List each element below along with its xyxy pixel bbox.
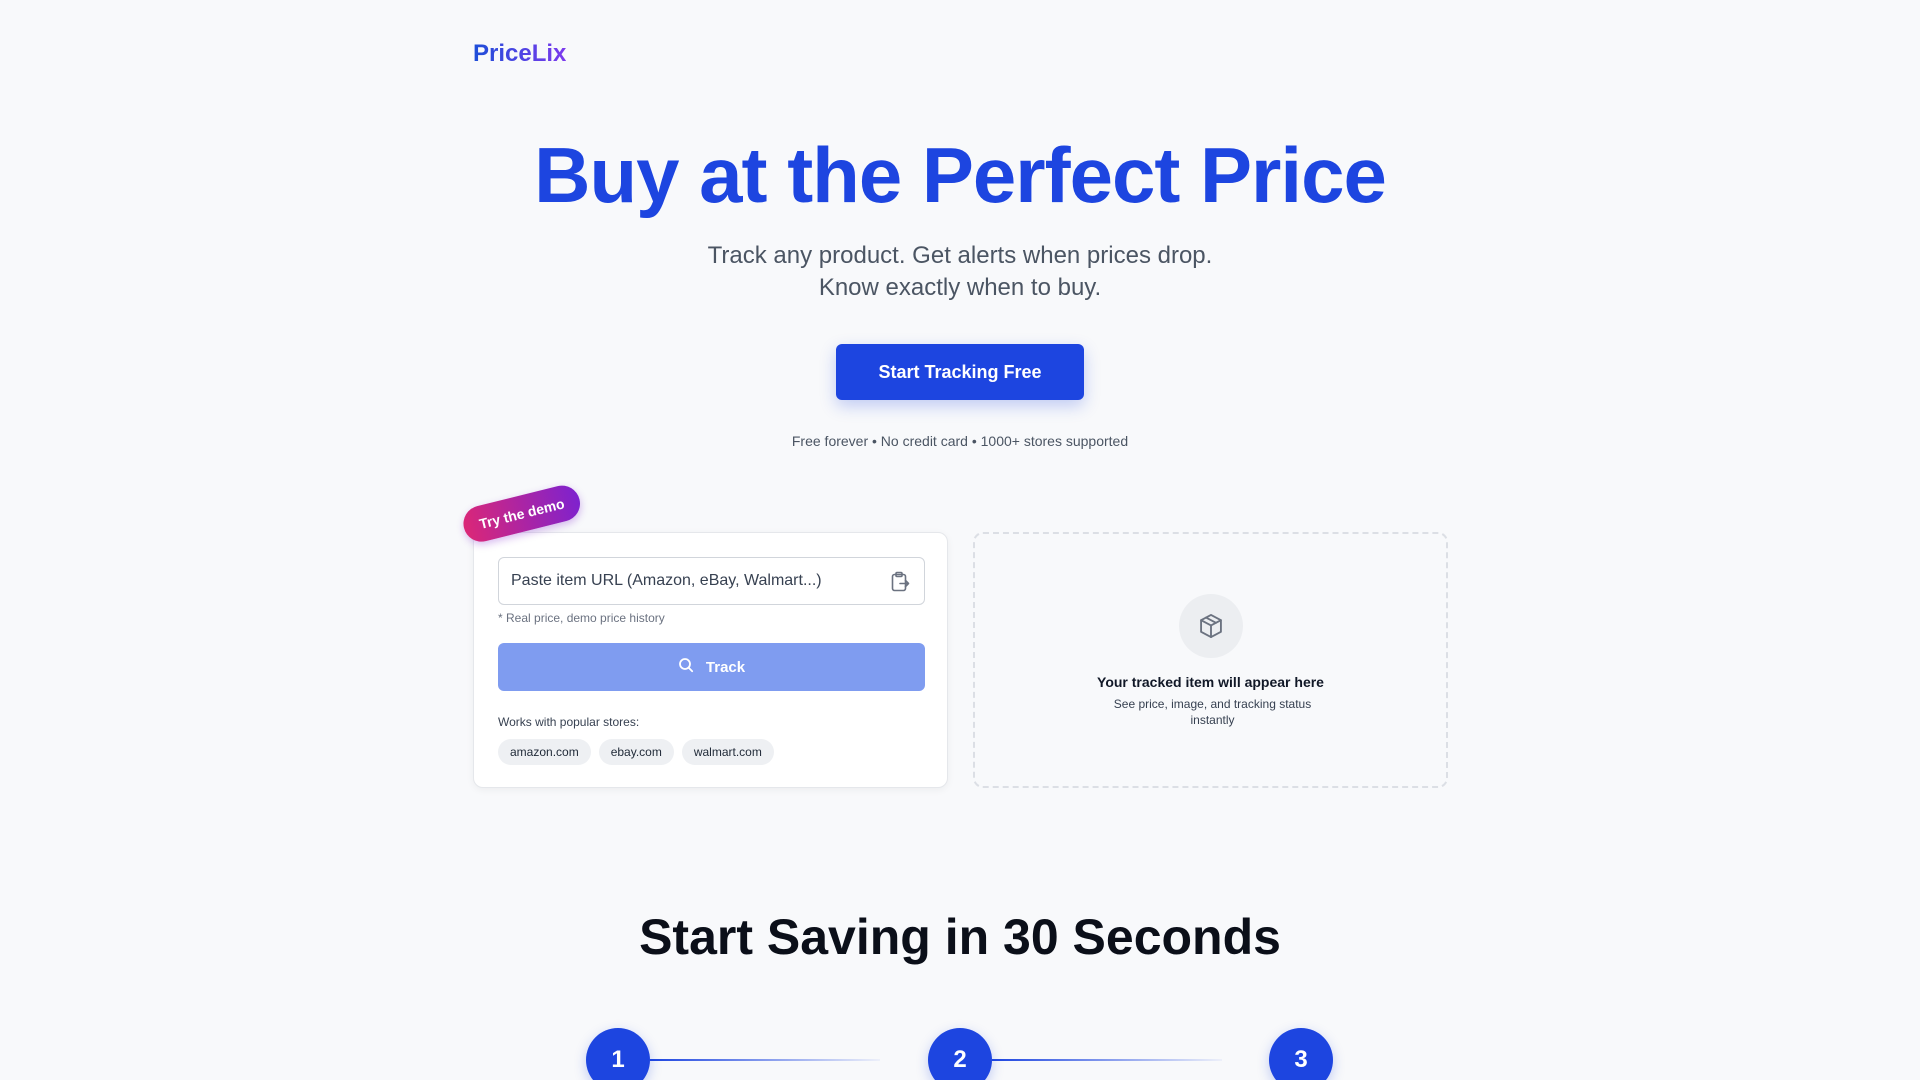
package-icon — [1179, 594, 1243, 658]
step-3-circle: 3 — [1269, 1028, 1333, 1080]
track-button[interactable]: Track — [498, 643, 925, 691]
track-button-label: Track — [705, 658, 746, 676]
stores-label: Works with popular stores: — [498, 715, 640, 729]
step-1-circle: 1 — [586, 1028, 650, 1080]
preview-subtitle: See price, image, and tracking status in… — [1113, 697, 1312, 727]
brand-logo[interactable]: PriceLix — [473, 40, 566, 68]
url-field-wrapper — [498, 557, 925, 605]
search-icon — [678, 657, 694, 677]
item-url-input[interactable] — [499, 558, 924, 604]
how-it-works-title: Start Saving in 30 Seconds — [639, 909, 1281, 965]
clipboard-paste-icon[interactable] — [890, 571, 910, 593]
step-connector — [650, 1059, 880, 1061]
hero-subtitle-line-2: Know exactly when to buy. — [818, 274, 1102, 301]
demo-card: * Real price, demo price history Track W… — [473, 532, 948, 788]
fine-print: Free forever • No credit card • 1000+ st… — [791, 433, 1129, 449]
step-connector — [992, 1059, 1222, 1061]
preview-title: Your tracked item will appear here — [1097, 674, 1324, 690]
store-chip-amazon[interactable]: amazon.com — [498, 739, 591, 765]
store-chip-list: amazon.com ebay.com walmart.com — [498, 739, 774, 765]
hero-subtitle: Track any product. Get alerts when price… — [0, 240, 1920, 304]
hero-title: Buy at the Perfect Price — [534, 131, 1387, 219]
hero-subtitle-line-1: Track any product. Get alerts when price… — [707, 242, 1213, 269]
start-tracking-button[interactable]: Start Tracking Free — [836, 344, 1084, 400]
demo-note: * Real price, demo price history — [498, 611, 665, 625]
store-chip-walmart[interactable]: walmart.com — [681, 739, 774, 765]
store-chip-ebay[interactable]: ebay.com — [598, 739, 674, 765]
tracked-item-preview: Your tracked item will appear here See p… — [973, 532, 1448, 788]
step-2-circle: 2 — [928, 1028, 992, 1080]
